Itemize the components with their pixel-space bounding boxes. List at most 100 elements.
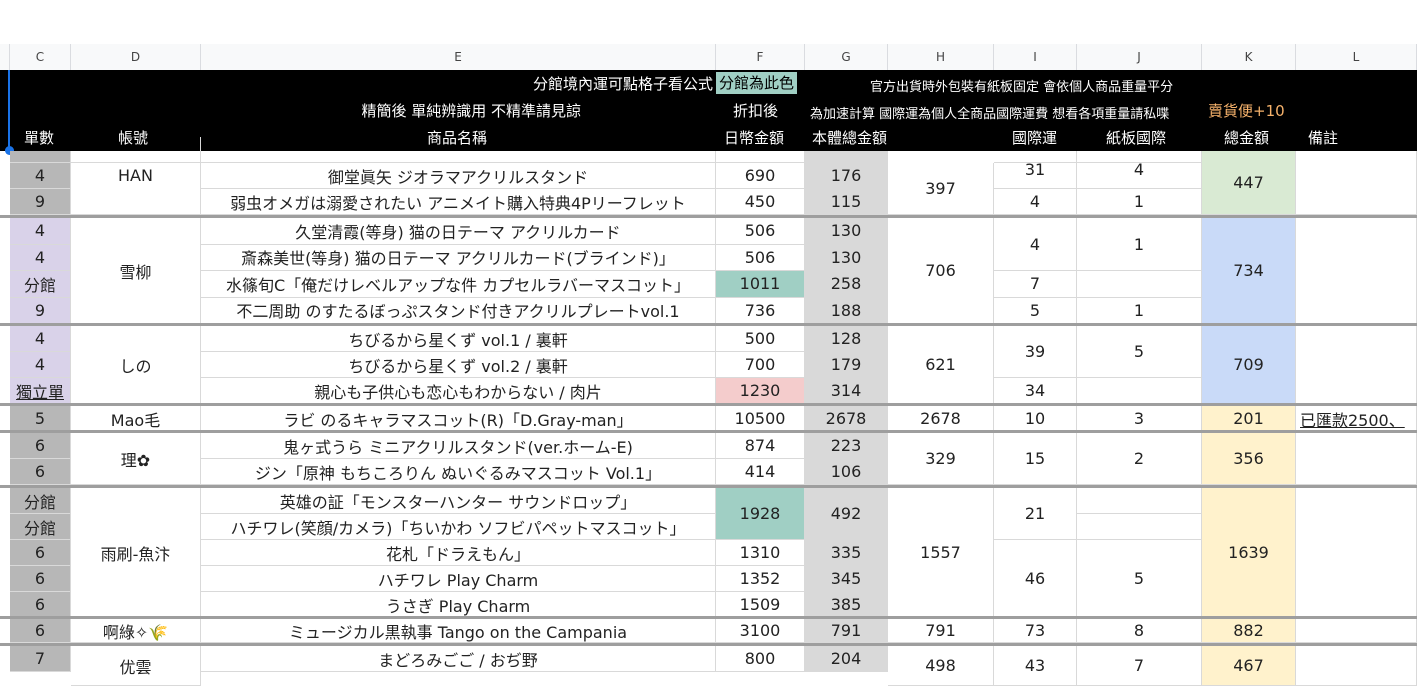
count-cell[interactable]: 7 [10,646,71,672]
item-name-cell[interactable]: ハチワレ Play Charm [201,566,716,592]
body-total-cell[interactable]: 385 [805,592,888,618]
board-cell[interactable] [1077,488,1202,514]
body-total-cell[interactable]: 179 [805,352,888,378]
board-cell[interactable] [1077,271,1202,298]
total-cell[interactable]: 882 [1202,619,1296,643]
body-sum-cell[interactable]: 706 [888,218,994,324]
jpy-cell[interactable]: 450 [716,189,805,215]
column-header-d[interactable]: D [71,44,201,70]
intl-cell[interactable]: 31 [994,151,1077,189]
intl-cell[interactable]: 5 [994,297,1077,324]
jpy-cell[interactable]: 1310 [716,540,805,566]
board-cell[interactable]: 2 [1077,433,1202,485]
body-total-cell[interactable]: 314 [805,378,888,404]
column-header-j[interactable]: J [1077,44,1202,70]
board-cell[interactable]: 7 [1077,646,1202,686]
body-sum-cell[interactable]: 498 [888,646,994,686]
count-cell[interactable]: 6 [10,459,71,485]
body-sum-cell[interactable]: 397 [888,163,994,215]
body-total-cell[interactable]: 791 [805,619,888,643]
item-name-cell[interactable]: 花札「ドラえもん」 [201,540,716,566]
jpy-cell[interactable]: 500 [716,326,805,352]
count-cell[interactable]: 9 [10,189,71,215]
intl-cell[interactable]: 43 [994,646,1077,686]
count-cell[interactable]: 分館 [10,271,71,298]
intl-cell[interactable]: 10 [994,406,1077,432]
count-cell[interactable]: 5 [10,406,71,432]
count-cell[interactable]: 6 [10,619,71,643]
item-name-cell[interactable]: 鬼ヶ式うら ミニアクリルスタンド(ver.ホーム-E) [201,433,716,459]
count-cell[interactable]: 4 [10,163,71,189]
board-cell[interactable] [1077,378,1202,404]
jpy-cell[interactable]: 700 [716,352,805,378]
count-cell[interactable]: 分館 [10,488,71,514]
total-cell[interactable]: 356 [1202,433,1296,485]
jpy-cell[interactable]: 506 [716,244,805,271]
jpy-cell[interactable]: 10500 [716,406,805,432]
body-sum-cell[interactable]: 1557 [888,488,994,618]
count-cell[interactable]: 6 [10,592,71,618]
count-cell[interactable]: 4 [10,244,71,271]
column-header-i[interactable]: I [994,44,1077,70]
body-total-cell[interactable]: 130 [805,244,888,271]
count-cell[interactable]: 4 [10,218,71,245]
board-cell[interactable]: 4 [1077,151,1202,189]
board-cell[interactable] [1077,514,1202,540]
notes-cell[interactable] [1296,218,1417,324]
jpy-cell[interactable]: 3100 [716,619,805,643]
count-cell[interactable]: 6 [10,540,71,566]
column-header-g[interactable]: G [805,44,888,70]
account-cell[interactable]: 理✿ [71,433,201,485]
item-name-cell[interactable]: 久堂清霞(等身) 猫の日テーマ アクリルカード [201,218,716,245]
item-name-cell[interactable]: ちびるから星くず vol.2 / 裏軒 [201,352,716,378]
total-cell[interactable]: 734 [1202,218,1296,324]
account-cell[interactable]: 雪柳 [71,218,201,324]
count-cell[interactable]: 6 [10,433,71,459]
body-total-cell[interactable]: 345 [805,566,888,592]
notes-cell[interactable] [1296,488,1417,618]
count-cell[interactable]: 6 [10,566,71,592]
notes-cell[interactable]: 已匯款2500、 [1296,406,1417,432]
item-name-cell[interactable]: ジン「原神 もちころりん ぬいぐるみマスコット Vol.1」 [201,459,716,485]
body-total-cell[interactable]: 204 [805,646,888,672]
total-cell[interactable]: 467 [1202,646,1296,686]
board-cell[interactable]: 1 [1077,297,1202,324]
body-total-cell[interactable]: 223 [805,433,888,459]
item-name-cell[interactable]: 弱虫オメガは溺愛されたい アニメイト購入特典4Pリーフレット [201,189,716,215]
board-cell[interactable]: 8 [1077,619,1202,643]
intl-cell[interactable]: 21 [994,488,1077,540]
notes-cell[interactable] [1296,619,1417,643]
board-cell[interactable]: 1 [1077,189,1202,215]
total-cell[interactable]: 447 [1202,151,1296,215]
count-cell[interactable]: 獨立單 [10,378,71,404]
jpy-cell[interactable]: 1352 [716,566,805,592]
account-cell[interactable]: 优雲 [71,646,201,686]
jpy-cell[interactable]: 1928 [716,488,805,540]
item-name-cell[interactable]: 英雄の証「モンスターハンター サウンドロップ」 [201,488,716,514]
column-header-k[interactable]: K [1202,44,1296,70]
intl-cell[interactable]: 73 [994,619,1077,643]
item-name-cell[interactable]: ハチワレ(笑顔/カメラ)「ちいかわ ソフビパペットマスコット」 [201,514,716,540]
partial-cell[interactable] [201,151,716,163]
body-total-cell[interactable]: 115 [805,189,888,215]
notes-cell[interactable] [1296,646,1417,686]
body-total-cell[interactable]: 188 [805,297,888,324]
jpy-cell[interactable]: 506 [716,218,805,245]
board-cell[interactable]: 5 [1077,540,1202,618]
jpy-cell[interactable]: 736 [716,297,805,324]
notes-cell[interactable] [1296,151,1417,215]
jpy-cell[interactable]: 414 [716,459,805,485]
body-sum-cell[interactable]: 791 [888,619,994,643]
account-cell[interactable]: Mao毛 [71,406,201,432]
item-name-cell[interactable]: 不二周助 のすたるぼっぷスタンド付きアクリルプレートvol.1 [201,297,716,324]
intl-cell[interactable]: 4 [994,218,1077,271]
intl-cell[interactable]: 15 [994,433,1077,485]
board-cell[interactable]: 5 [1077,326,1202,378]
notes-cell[interactable] [1296,433,1417,485]
total-cell[interactable]: 709 [1202,326,1296,404]
count-cell[interactable]: 4 [10,326,71,352]
column-header-c[interactable]: C [10,44,71,70]
board-cell[interactable]: 3 [1077,406,1202,432]
body-sum-cell[interactable]: 329 [888,433,994,485]
intl-cell[interactable]: 7 [994,271,1077,298]
